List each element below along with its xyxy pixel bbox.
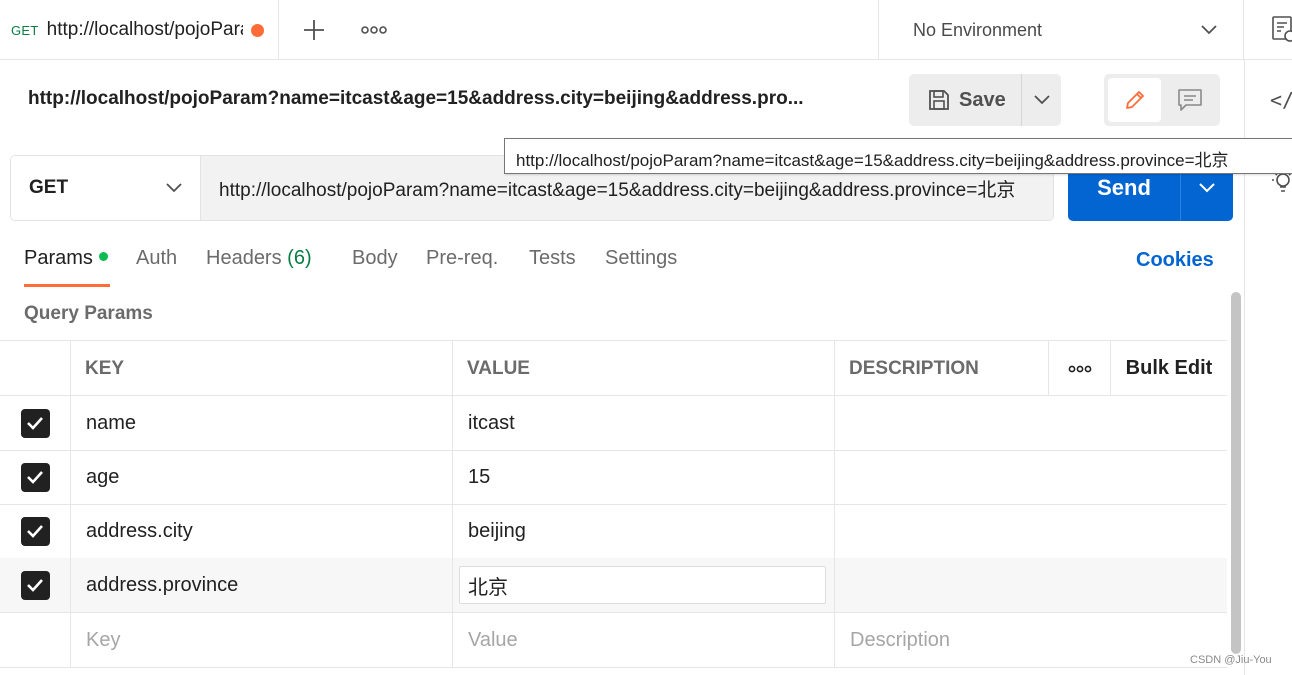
param-value[interactable]: beijing <box>452 504 834 558</box>
param-description[interactable] <box>834 504 1227 558</box>
request-tab[interactable]: GET http://localhost/pojoParam <box>0 0 279 60</box>
param-key[interactable]: name <box>70 396 452 450</box>
table-row: address.province <box>0 558 1227 613</box>
param-value[interactable]: itcast <box>452 396 834 450</box>
new-description-input[interactable]: Description <box>834 613 1227 667</box>
code-snippet-icon[interactable]: </> <box>1270 88 1292 112</box>
save-options-button[interactable] <box>1021 74 1061 126</box>
checkmark-icon <box>20 570 50 600</box>
cookies-link[interactable]: Cookies <box>1136 249 1214 272</box>
table-header: KEY VALUE DESCRIPTION Bulk Edit <box>0 340 1227 396</box>
environment-label: No Environment <box>913 19 1043 40</box>
param-key[interactable]: address.city <box>70 504 452 558</box>
row-checkbox[interactable] <box>0 558 70 612</box>
column-header-key: KEY <box>70 341 452 396</box>
comments-button[interactable] <box>1163 78 1216 122</box>
new-key-input[interactable]: Key <box>70 613 452 667</box>
param-description[interactable] <box>834 396 1227 450</box>
save-label: Save <box>959 88 1006 111</box>
method-select[interactable]: GET <box>11 156 201 220</box>
more-horizontal-icon <box>361 26 387 34</box>
table-row: name itcast <box>0 396 1227 451</box>
more-tabs-button[interactable] <box>356 12 392 48</box>
edit-mode-button[interactable] <box>1108 78 1161 122</box>
param-description[interactable] <box>834 558 1227 612</box>
tab-settings[interactable]: Settings <box>605 247 677 270</box>
method-label: GET <box>29 177 69 198</box>
tab-method-label: GET <box>11 22 39 38</box>
row-checkbox[interactable] <box>0 396 70 450</box>
param-value[interactable]: 15 <box>452 450 834 504</box>
param-key[interactable]: address.province <box>70 558 452 612</box>
new-value-input[interactable]: Value <box>452 613 834 667</box>
row-checkbox[interactable] <box>0 450 70 504</box>
new-tab-button[interactable] <box>296 12 332 48</box>
bulk-edit-button[interactable]: Bulk Edit <box>1110 341 1227 396</box>
chevron-down-icon <box>1199 183 1215 193</box>
table-row-new: Key Value Description <box>0 613 1227 668</box>
column-header-description: DESCRIPTION <box>834 341 1048 396</box>
environment-selector[interactable]: No Environment <box>878 0 1244 60</box>
params-active-dot-icon <box>98 252 108 262</box>
checkmark-icon <box>20 462 50 492</box>
active-tab-indicator <box>24 284 110 287</box>
save-icon <box>929 90 949 110</box>
save-button[interactable]: Save <box>909 74 1021 126</box>
tab-title: http://localhost/pojoParam <box>46 19 243 40</box>
request-title[interactable]: http://localhost/pojoParam?name=itcast&a… <box>28 88 858 110</box>
plus-icon <box>304 20 324 40</box>
tab-params-label: Params <box>24 247 93 269</box>
checkmark-icon <box>20 516 50 546</box>
pencil-icon <box>1125 91 1144 109</box>
param-description[interactable] <box>834 450 1227 504</box>
headers-count: (6) <box>287 247 312 269</box>
checkmark-icon <box>20 408 50 438</box>
row-checkbox[interactable] <box>0 504 70 558</box>
column-header-value: VALUE <box>452 341 834 396</box>
table-row: age 15 <box>0 450 1227 505</box>
tab-bar: GET http://localhost/pojoParam No Enviro… <box>0 0 1292 60</box>
save-group: Save <box>909 74 1061 126</box>
tab-body[interactable]: Body <box>352 247 398 270</box>
chevron-down-icon <box>1197 18 1221 42</box>
chevron-down-icon <box>162 176 186 200</box>
tab-headers-label: Headers <box>206 247 282 269</box>
watermark: CSDN @Jiu-You <box>1190 654 1272 666</box>
tab-pre-request[interactable]: Pre-req. <box>426 247 498 270</box>
column-options-button[interactable] <box>1048 341 1110 396</box>
chevron-down-icon <box>1033 95 1050 105</box>
tab-headers[interactable]: Headers (6) <box>206 247 312 270</box>
unsaved-dot-icon <box>250 23 264 37</box>
url-tooltip: http://localhost/pojoParam?name=itcast&a… <box>504 138 1292 174</box>
tab-tests[interactable]: Tests <box>529 247 576 270</box>
section-title: Query Params <box>24 303 153 324</box>
vertical-scrollbar[interactable] <box>1231 292 1241 654</box>
table-row: address.city beijing <box>0 504 1227 559</box>
environment-quick-look-icon[interactable] <box>1268 14 1292 44</box>
tab-auth[interactable]: Auth <box>136 247 177 270</box>
send-label: Send <box>1097 175 1151 200</box>
tab-params[interactable]: Params <box>24 247 108 270</box>
param-key[interactable]: age <box>70 450 452 504</box>
param-value-input[interactable] <box>459 566 826 604</box>
row-checkbox-empty <box>0 613 70 667</box>
view-mode-toggle <box>1104 74 1220 126</box>
more-horizontal-icon <box>1068 365 1091 372</box>
comment-icon <box>1177 89 1202 111</box>
